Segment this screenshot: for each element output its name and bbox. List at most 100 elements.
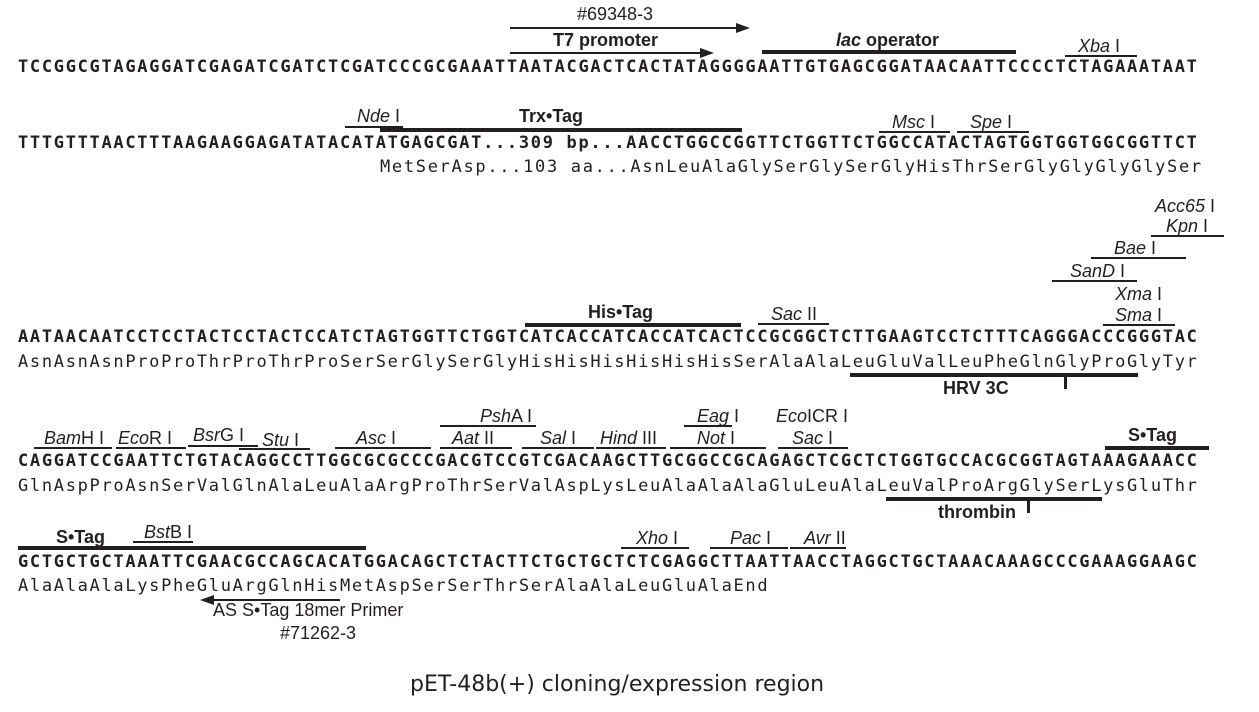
site-name: Bae [1114, 238, 1147, 258]
site-suffix: I [289, 430, 300, 450]
site-suffix: II [830, 528, 846, 548]
site-not-bar [670, 447, 766, 449]
trx-tag-bar [380, 128, 742, 132]
site-name: Sac [771, 304, 803, 324]
site-hind-iii-bar [596, 447, 666, 449]
site-name: Sac [792, 428, 824, 448]
dna-line-2: TTTGTTTAACTTTAAGAAGGAGATATACATATGAGCGAT.… [18, 133, 1199, 153]
site-bae-bar [1091, 257, 1186, 259]
thrombin-cleavage-tick [1027, 499, 1030, 513]
protein-line-3: AsnAsnAsnProProThrProThrProSerSerGlySerG… [18, 352, 1199, 372]
site-suffix: I [925, 112, 936, 132]
site-suffix: H I [81, 428, 105, 448]
thrombin-bar [886, 497, 1102, 501]
site-sac-ii: Sac II [771, 304, 817, 324]
trx-tag-label: Trx•Tag [519, 106, 583, 126]
site-suffix: I [1146, 238, 1157, 258]
site-sal-bar [522, 447, 594, 449]
hrv3c-cleavage-tick [1064, 375, 1067, 389]
site-name: Msc [892, 112, 925, 132]
arrow-right-icon [736, 23, 750, 33]
site-asc-bar [335, 447, 431, 449]
site-suffix: A I [511, 406, 533, 426]
site-name: Avr [804, 528, 831, 548]
site-kpn-bar [1151, 235, 1224, 237]
site-asc-i: Asc I [356, 428, 396, 448]
site-name: Xho [636, 528, 669, 548]
site-msc-i: Msc I [892, 112, 935, 132]
site-ecor-i: EcoR I [118, 428, 172, 448]
lac-operator-bar [762, 50, 1016, 54]
site-suffix: I [1205, 196, 1216, 216]
site-bae-i: Bae I [1114, 238, 1156, 258]
site-suffix: I [1115, 261, 1126, 281]
site-name: Eag [697, 406, 730, 426]
site-bsrg-bar [188, 445, 258, 447]
site-suffix: B I [170, 522, 193, 542]
site-suffix: I [668, 528, 679, 548]
site-suffix: I [1152, 305, 1163, 325]
site-pac-bar [710, 547, 788, 549]
site-ecor-bar [116, 447, 186, 449]
s-tag-label-2: S•Tag [56, 527, 105, 547]
site-bamh-i: BamH I [44, 428, 104, 448]
site-name: Xba [1078, 36, 1111, 56]
s-tag-bar-1 [1105, 446, 1209, 450]
site-sand-i: SanD I [1070, 261, 1125, 281]
site-not-i: Not I [697, 428, 735, 448]
site-psha-bar [440, 425, 536, 427]
hrv3c-bar [850, 373, 1138, 377]
s-tag-bar-2 [18, 546, 366, 550]
site-name: Bsr [193, 425, 220, 445]
site-name: Not [697, 428, 726, 448]
hrv3c-label: HRV 3C [943, 378, 1009, 398]
dna-line-4: CAGGATCCGAATTCTGTACAGGCCTTGGCGCGCCCGACGT… [18, 451, 1199, 471]
s-tag-label-1: S•Tag [1128, 425, 1177, 445]
site-name: SanD [1070, 261, 1116, 281]
site-name: Bst [144, 522, 171, 542]
site-name: Kpn [1166, 216, 1199, 236]
site-suffix: I [729, 406, 740, 426]
site-suffix: I [823, 428, 834, 448]
site-suffix: I [761, 528, 772, 548]
site-stu-i: Stu I [262, 430, 299, 450]
site-name: Psh [480, 406, 512, 426]
site-suffix: I [1152, 284, 1163, 304]
t7-promoter-arrow-line [510, 52, 710, 54]
site-suffix: I [386, 428, 397, 448]
site-aat-ii: Aat II [452, 428, 494, 448]
site-kpn-i: Kpn I [1166, 216, 1208, 236]
site-suffix: G I [220, 425, 245, 445]
site-suffix: I [1198, 216, 1209, 236]
primer-fwd-id: #69348-3 [577, 4, 654, 24]
site-sma-bar [1103, 324, 1175, 326]
site-suffix: R I [149, 428, 173, 448]
site-bsrg-i: BsrG I [193, 425, 244, 445]
site-name: Eco [776, 406, 808, 426]
site-name: Eco [118, 428, 150, 448]
thrombin-label: thrombin [938, 502, 1016, 522]
site-name: Sma [1115, 305, 1153, 325]
site-suffix: I [390, 106, 401, 126]
site-name: Pac [730, 528, 762, 548]
protein-line-4: GlnAspProAsnSerValGlnAlaLeuAlaArgProThrS… [18, 476, 1199, 496]
site-hind-iii: Hind III [600, 428, 657, 448]
site-spe-i: Spe I [970, 112, 1012, 132]
site-nde-i: Nde I [357, 106, 400, 126]
primer-rev-id: #71262-3 [280, 623, 357, 643]
figure-caption: pET-48b(+) cloning/expression region [410, 672, 825, 697]
site-sal-i: Sal I [540, 428, 576, 448]
site-xho-i: Xho I [636, 528, 678, 548]
operator-text: operator [861, 30, 940, 50]
site-ecoicr-i: EcoICR I [776, 406, 848, 426]
site-eag-i: Eag I [697, 406, 739, 426]
primer-fwd-arrow-line [510, 27, 738, 29]
site-suffix: I [1002, 112, 1013, 132]
site-name: Stu [262, 430, 290, 450]
site-xho-bar [621, 547, 689, 549]
site-suffix: ICR I [807, 406, 849, 426]
site-name: Xma [1115, 284, 1153, 304]
site-sand-bar [1052, 280, 1137, 282]
site-name: Sal [540, 428, 567, 448]
site-bstb-i: BstB I [144, 522, 192, 542]
